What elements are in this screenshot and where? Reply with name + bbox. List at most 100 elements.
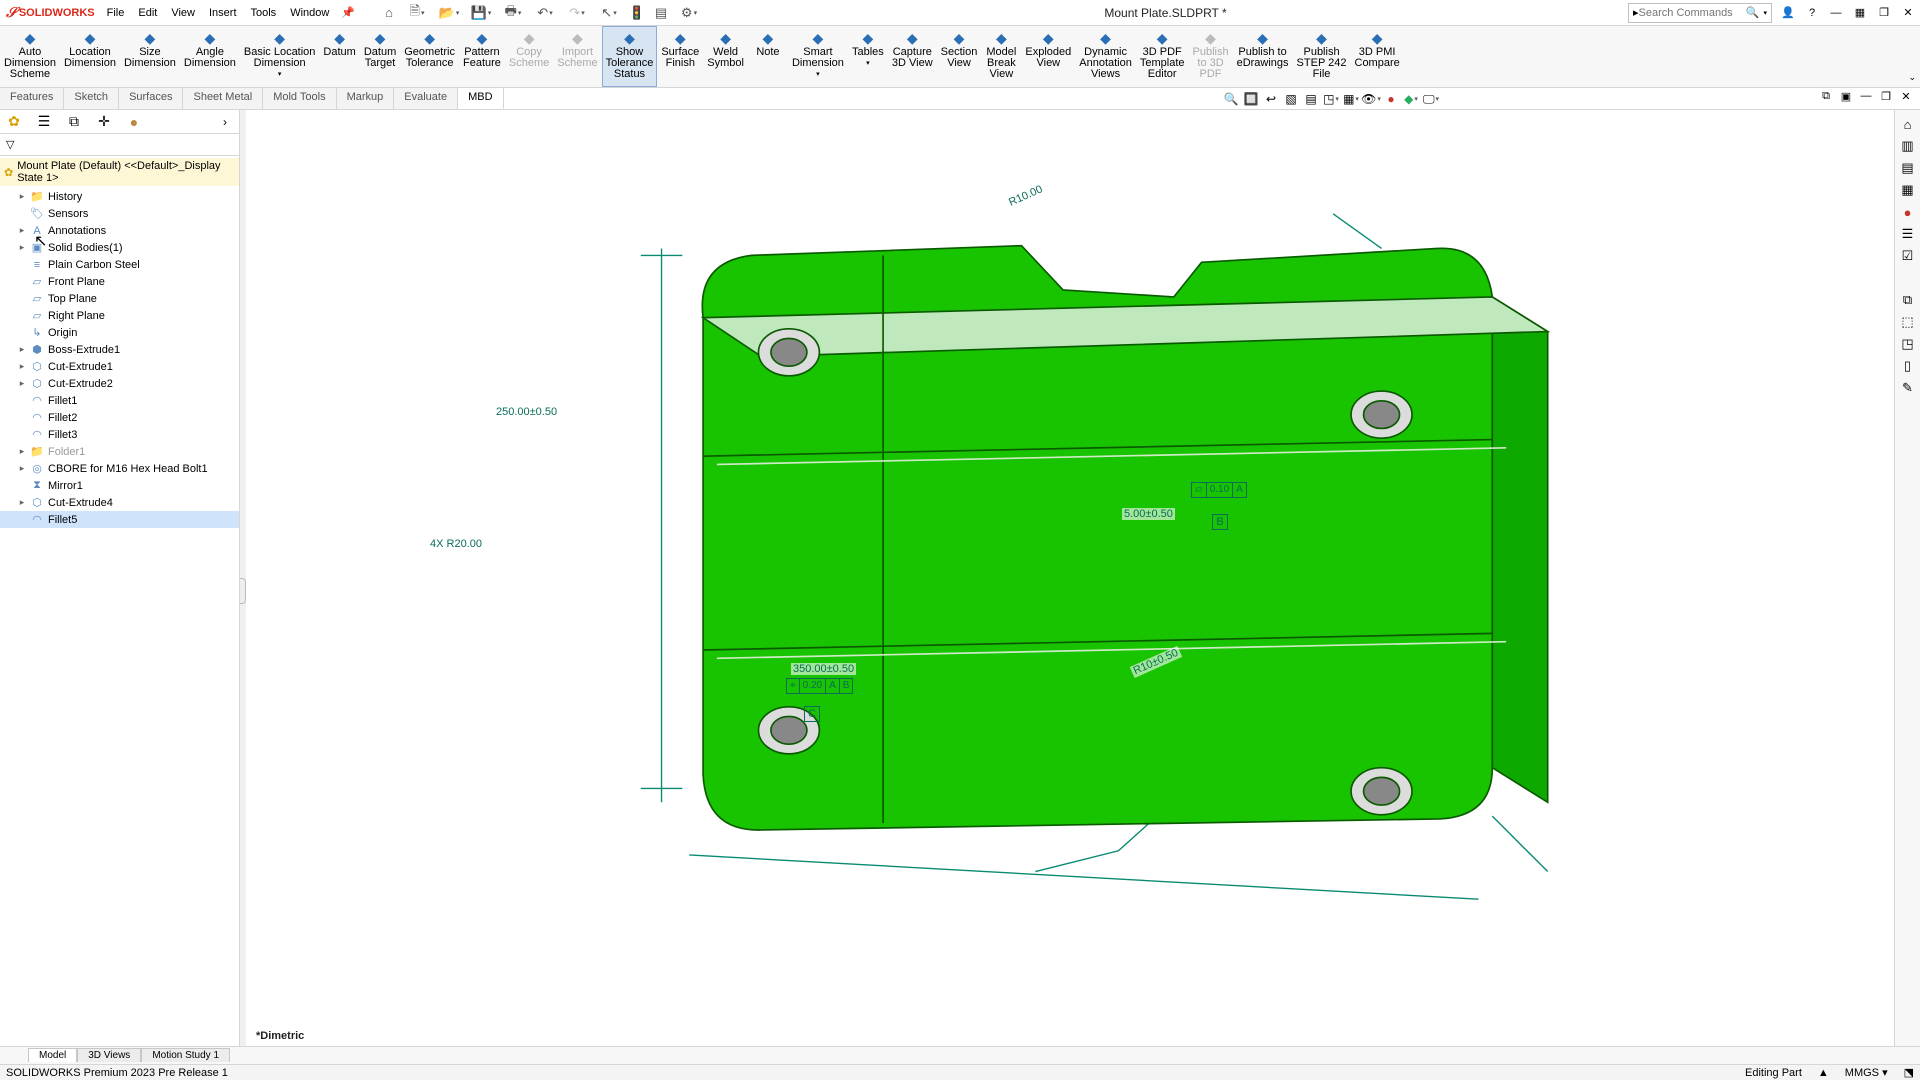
print-icon[interactable]: 🖶▾: [499, 2, 527, 24]
menu-file[interactable]: File: [101, 3, 131, 23]
ribbon-cmd-smart[interactable]: ◆SmartDimension▾: [788, 26, 848, 87]
redo-icon[interactable]: ↷▾: [563, 2, 591, 24]
ribbon-cmd-tables[interactable]: ◆Tables▾: [848, 26, 888, 87]
tab-mbd[interactable]: MBD: [458, 88, 503, 109]
tree-node-folder1[interactable]: ▸📁Folder1: [0, 443, 239, 460]
login-icon[interactable]: 👤: [1776, 2, 1800, 24]
ribbon-cmd-weld[interactable]: ◆WeldSymbol: [703, 26, 748, 87]
status-warn-icon[interactable]: ▲: [1818, 1067, 1829, 1079]
tree-node-cbore-for-m16-hex-head-bolt1[interactable]: ▸◎CBORE for M16 Hex Head Bolt1: [0, 460, 239, 477]
task-layer-icon[interactable]: ⧉: [1898, 290, 1918, 310]
tree-expand-icon[interactable]: ▸: [18, 191, 26, 202]
task-custom-props-icon[interactable]: ☰: [1898, 224, 1918, 244]
menu-tools[interactable]: Tools: [245, 3, 283, 23]
task-cube-icon[interactable]: ⬚: [1898, 312, 1918, 332]
ribbon-cmd-location[interactable]: ◆LocationDimension: [60, 26, 120, 87]
ribbon-cmd-dynamic[interactable]: ◆DynamicAnnotationViews: [1075, 26, 1136, 87]
status-lock-icon[interactable]: ⬔: [1904, 1066, 1914, 1079]
config-manager-icon[interactable]: ⧉: [64, 113, 84, 130]
mdi-max-icon[interactable]: ▣: [1838, 90, 1854, 103]
tree-expand-icon[interactable]: ▸: [18, 446, 26, 457]
file-props-icon[interactable]: ▤: [651, 2, 671, 24]
zoom-area-icon[interactable]: 🔲: [1242, 90, 1260, 108]
mdi-pop-icon[interactable]: ⧉: [1818, 90, 1834, 103]
save-icon[interactable]: 💾▾: [467, 2, 495, 24]
restore-icon[interactable]: ❐: [1872, 2, 1896, 24]
ribbon-cmd-geometric[interactable]: ◆GeometricTolerance: [400, 26, 459, 87]
bottom-tab-3d-views[interactable]: 3D Views: [77, 1048, 141, 1062]
task-design-lib-icon[interactable]: ▥: [1898, 136, 1918, 156]
ribbon-cmd-section[interactable]: ◆SectionView: [937, 26, 982, 87]
prev-view-icon[interactable]: ↩: [1262, 90, 1280, 108]
dim-width[interactable]: 350.00±0.50: [791, 663, 856, 675]
options-icon[interactable]: ⚙▾: [675, 2, 703, 24]
tree-node-plain-carbon-steel[interactable]: ≡Plain Carbon Steel: [0, 256, 239, 273]
display-style-icon[interactable]: ▦▾: [1342, 90, 1360, 108]
tree-node-history[interactable]: ▸📁History: [0, 188, 239, 205]
tree-node-mirror1[interactable]: ⧗Mirror1: [0, 477, 239, 494]
ribbon-cmd-auto[interactable]: ◆AutoDimensionScheme: [0, 26, 60, 87]
ribbon-cmd-exploded[interactable]: ◆ExplodedView: [1021, 26, 1075, 87]
menu-insert[interactable]: Insert: [203, 3, 243, 23]
appearance-icon[interactable]: ●: [1382, 90, 1400, 108]
tab-markup[interactable]: Markup: [337, 88, 395, 109]
tree-node-cut-extrude1[interactable]: ▸⬡Cut-Extrude1: [0, 358, 239, 375]
task-forum-icon[interactable]: ☑: [1898, 246, 1918, 266]
gdt-flatness[interactable]: ⏥ 0.10 A: [1191, 482, 1247, 498]
menu-window[interactable]: Window: [284, 3, 335, 23]
task-home-icon[interactable]: ⌂: [1898, 114, 1918, 134]
tab-sketch[interactable]: Sketch: [64, 88, 119, 109]
ribbon-cmd-show[interactable]: ◆ShowToleranceStatus: [602, 26, 658, 87]
rebuild-icon[interactable]: 🚦: [627, 2, 647, 24]
dim-depth[interactable]: 5.00±0.50: [1122, 508, 1175, 520]
render-icon[interactable]: 🖵▾: [1422, 90, 1440, 108]
minimize-icon[interactable]: —: [1824, 2, 1848, 24]
layout-icon[interactable]: ▦: [1848, 2, 1872, 24]
menu-edit[interactable]: Edit: [132, 3, 163, 23]
select-icon[interactable]: ↖▾: [595, 2, 623, 24]
close-icon[interactable]: ✕: [1896, 2, 1920, 24]
ribbon-cmd-size[interactable]: ◆SizeDimension: [120, 26, 180, 87]
search-dropdown-icon[interactable]: ▾: [1763, 9, 1767, 17]
search-input[interactable]: [1639, 7, 1746, 19]
ribbon-cmd-datum[interactable]: ◆DatumTarget: [360, 26, 400, 87]
tree-node-sensors[interactable]: 🏷Sensors: [0, 205, 239, 222]
open-icon[interactable]: 📂▾: [435, 2, 463, 24]
task-box-icon[interactable]: ◳: [1898, 334, 1918, 354]
tree-node-cut-extrude2[interactable]: ▸⬡Cut-Extrude2: [0, 375, 239, 392]
mdi-min-icon[interactable]: —: [1858, 90, 1874, 103]
ribbon-cmd-capture[interactable]: ◆Capture3D View: [888, 26, 937, 87]
tree-expand-icon[interactable]: ▸: [18, 344, 26, 355]
fm-filter-icon[interactable]: ▽: [6, 138, 14, 151]
status-units[interactable]: MMGS ▾: [1845, 1066, 1888, 1079]
ribbon-cmd-publish[interactable]: ◆PublishSTEP 242File: [1293, 26, 1351, 87]
section-view-icon[interactable]: ▧: [1282, 90, 1300, 108]
tree-node-front-plane[interactable]: ▱Front Plane: [0, 273, 239, 290]
tree-node-boss-extrude1[interactable]: ▸⬢Boss-Extrude1: [0, 341, 239, 358]
datum-c[interactable]: C: [804, 706, 820, 722]
bottom-tab-motion-study-1[interactable]: Motion Study 1: [141, 1048, 230, 1062]
tab-surfaces[interactable]: Surfaces: [119, 88, 183, 109]
undo-icon[interactable]: ↶▾: [531, 2, 559, 24]
tree-node-fillet1[interactable]: ◠Fillet1: [0, 392, 239, 409]
task-file-explorer-icon[interactable]: ▤: [1898, 158, 1918, 178]
tab-features[interactable]: Features: [0, 88, 64, 109]
ribbon-cmd-surface[interactable]: ◆SurfaceFinish: [657, 26, 703, 87]
task-appearances-icon[interactable]: ●: [1898, 202, 1918, 222]
view-orientation-icon[interactable]: ◳▾: [1322, 90, 1340, 108]
tab-mold-tools[interactable]: Mold Tools: [263, 88, 336, 109]
mdi-close-icon[interactable]: ✕: [1898, 90, 1914, 103]
zoom-fit-icon[interactable]: 🔍: [1222, 90, 1240, 108]
mdi-restore-icon[interactable]: ❐: [1878, 90, 1894, 103]
tree-node-fillet5[interactable]: ◠Fillet5: [0, 511, 239, 528]
panel-expand-icon[interactable]: ›: [215, 115, 235, 129]
tree-node-origin[interactable]: ↳Origin: [0, 324, 239, 341]
tree-expand-icon[interactable]: ▸: [18, 225, 26, 236]
tree-root[interactable]: ✿ Mount Plate (Default) <<Default>_Displ…: [0, 158, 239, 186]
menu-view[interactable]: View: [165, 3, 201, 23]
home-icon[interactable]: ⌂: [379, 2, 399, 24]
datum-b[interactable]: B: [1212, 514, 1228, 530]
new-icon[interactable]: 🗎▾: [403, 2, 431, 24]
scene-icon[interactable]: ◆▾: [1402, 90, 1420, 108]
hide-show-icon[interactable]: 👁▾: [1362, 90, 1380, 108]
